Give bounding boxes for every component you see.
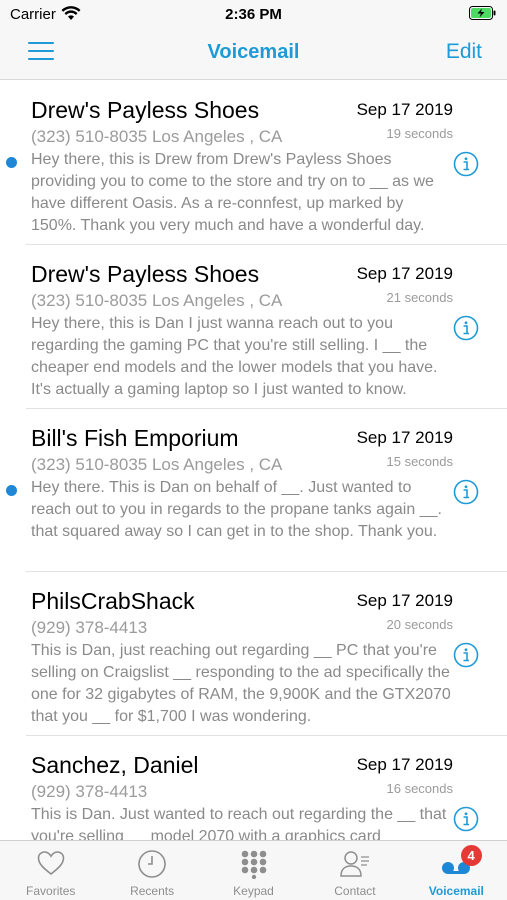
voicemail-date: Sep 17 2019 xyxy=(356,100,453,119)
info-icon[interactable] xyxy=(453,479,479,505)
clock-icon xyxy=(138,850,166,878)
voicemail-list: Drew's Payless Shoes Sep 17 2019 (323) 5… xyxy=(0,81,507,841)
voicemail-date: Sep 17 2019 xyxy=(356,754,453,774)
navigation-bar: Voicemail Edit xyxy=(0,28,507,80)
caller-name: Drew's Payless Shoes xyxy=(31,261,260,287)
tab-label: Favorites xyxy=(26,884,76,898)
tab-voicemail[interactable]: 4 Voicemail xyxy=(406,841,507,900)
caller-number: (929) 378-4413 xyxy=(31,781,148,801)
contact-icon xyxy=(340,851,369,877)
edit-button[interactable]: Edit xyxy=(446,40,482,64)
hamburger-menu-icon[interactable] xyxy=(28,42,54,62)
caller-number: (323) 510-8035 Los Angeles , CA xyxy=(31,127,283,146)
keypad-icon xyxy=(241,850,266,879)
voicemail-row[interactable]: Bill's Fish Emporium Sep 17 2019 (323) 5… xyxy=(6,409,507,572)
info-icon[interactable] xyxy=(453,806,479,832)
voicemail-date: Sep 17 2019 xyxy=(356,427,453,447)
voicemail-duration: 20 seconds xyxy=(386,617,454,632)
voicemail-transcript: This is Dan. Just wanted to reach out re… xyxy=(31,805,447,842)
voicemail-transcript: Hey there, this is Dan I just wanna reac… xyxy=(31,315,438,398)
battery-charging-icon xyxy=(469,6,496,20)
tab-bar: Favorites Recents Keypad Contact 4 Voice… xyxy=(0,840,507,900)
info-icon[interactable] xyxy=(453,642,479,668)
caller-name: PhilsCrabShack xyxy=(31,588,195,614)
voicemail-date: Sep 17 2019 xyxy=(356,591,453,610)
voicemail-date: Sep 17 2019 xyxy=(356,264,453,283)
voicemail-duration: 19 seconds xyxy=(386,126,454,141)
heart-icon xyxy=(37,851,65,876)
tab-keypad[interactable]: Keypad xyxy=(203,841,304,900)
caller-number: (323) 510-8035 Los Angeles , CA xyxy=(31,454,283,474)
status-time: 2:36 PM xyxy=(225,6,282,23)
tab-recents[interactable]: Recents xyxy=(101,841,202,900)
info-icon[interactable] xyxy=(453,315,479,341)
voicemail-duration: 15 seconds xyxy=(386,453,454,469)
tab-label: Recents xyxy=(130,884,175,898)
voicemail-duration: 16 seconds xyxy=(386,780,454,796)
tab-label: Contact xyxy=(334,884,376,898)
tab-label: Keypad xyxy=(233,884,274,898)
caller-number: (323) 510-8035 Los Angeles , CA xyxy=(31,291,283,310)
tab-favorites[interactable]: Favorites xyxy=(0,841,101,900)
voicemail-transcript: Hey there. This is Dan on behalf of __. … xyxy=(31,478,442,540)
caller-name: Drew's Payless Shoes xyxy=(31,97,260,123)
tab-label: Voicemail xyxy=(428,884,484,898)
voicemail-row[interactable]: PhilsCrabShack Sep 17 2019 (929) 378-441… xyxy=(26,572,507,736)
caller-name: Bill's Fish Emporium xyxy=(31,424,239,451)
unread-dot-icon xyxy=(6,484,17,496)
caller-number: (929) 378-4413 xyxy=(31,618,148,637)
voicemail-transcript: This is Dan, just reaching out regarding… xyxy=(31,642,451,725)
voicemail-transcript: Hey there, this is Drew from Drew's Payl… xyxy=(31,151,434,234)
unread-count-badge: 4 xyxy=(460,845,482,866)
voicemail-row[interactable]: Sanchez, Daniel Sep 17 2019 (929) 378-44… xyxy=(26,736,507,842)
tab-contact[interactable]: Contact xyxy=(304,841,405,900)
voicemail-row[interactable]: Drew's Payless Shoes Sep 17 2019 (323) 5… xyxy=(6,81,507,245)
page-title: Voicemail xyxy=(207,41,300,63)
status-bar: Carrier 2:36 PM xyxy=(0,0,507,28)
info-icon[interactable] xyxy=(453,151,479,177)
voicemail-row[interactable]: Drew's Payless Shoes Sep 17 2019 (323) 5… xyxy=(26,245,507,409)
caller-name: Sanchez, Daniel xyxy=(31,751,199,778)
unread-dot-icon xyxy=(6,157,17,168)
voicemail-duration: 21 seconds xyxy=(386,290,454,305)
